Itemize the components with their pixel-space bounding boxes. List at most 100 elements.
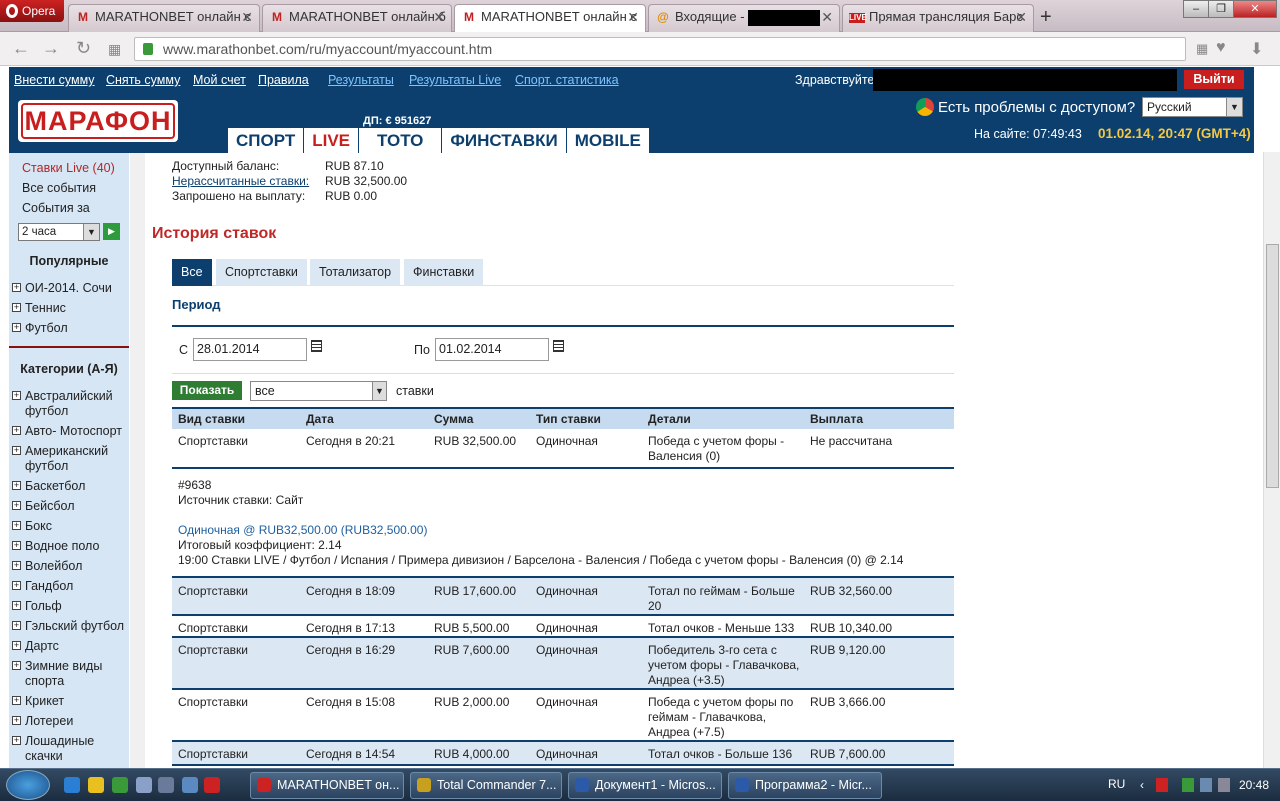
back-icon[interactable]: ←: [12, 38, 30, 59]
new-tab-button[interactable]: +: [1040, 6, 1052, 29]
sidebar-category[interactable]: + Водное поло: [12, 539, 127, 554]
tray-app-icon[interactable]: [1182, 778, 1194, 792]
sidebar-category[interactable]: + Гэльский футбол: [12, 619, 127, 634]
reload-icon[interactable]: ↻: [76, 38, 91, 59]
ie-icon[interactable]: [64, 777, 80, 793]
go-button[interactable]: ▶: [103, 223, 120, 240]
table-row[interactable]: Спортставки Сегодня в 20:21 RUB 32,500.0…: [172, 429, 954, 469]
browser-tab-4[interactable]: @ Входящие - ✕: [648, 4, 840, 32]
withdraw-link[interactable]: Снять сумму: [106, 73, 180, 87]
sidebar-live-bets[interactable]: Ставки Live (40): [22, 161, 115, 175]
to-date-input[interactable]: 01.02.2014: [435, 338, 549, 361]
from-date-input[interactable]: 28.01.2014: [193, 338, 307, 361]
sidebar-all-events[interactable]: Все события: [22, 181, 96, 195]
sidebar-category[interactable]: + Гандбол: [12, 579, 127, 594]
app-icon[interactable]: [136, 777, 152, 793]
app-icon[interactable]: [158, 777, 174, 793]
explorer-icon[interactable]: [88, 777, 104, 793]
minimize-button[interactable]: –: [1183, 0, 1209, 18]
app-icon[interactable]: [112, 777, 128, 793]
table-row[interactable]: Спортставки Сегодня в 15:08 RUB 2,000.00…: [172, 690, 954, 742]
sidebar-category[interactable]: + Австралийский футбол: [12, 389, 127, 419]
tab-sport-bets[interactable]: Спортставки: [216, 259, 307, 286]
close-tab-icon[interactable]: ✕: [821, 5, 833, 29]
calendar-icon[interactable]: [311, 340, 322, 352]
language-select[interactable]: Русский ▼: [1142, 97, 1243, 117]
browser-tab-5[interactable]: LIVE Прямая трансляция Барс ✕: [842, 4, 1034, 32]
network-icon[interactable]: [1200, 778, 1212, 792]
logout-button[interactable]: Выйти: [1184, 70, 1244, 89]
volume-icon[interactable]: [1218, 778, 1230, 792]
close-window-button[interactable]: ✕: [1233, 0, 1277, 18]
download-icon[interactable]: ⬇: [1250, 39, 1263, 59]
maximize-button[interactable]: ❐: [1208, 0, 1234, 18]
tab-totalizator[interactable]: Тотализатор: [310, 259, 401, 286]
input-language[interactable]: RU: [1108, 777, 1125, 791]
url-field[interactable]: www.marathonbet.com/ru/myaccount/myaccou…: [134, 37, 1186, 61]
sidebar-category[interactable]: + Зимние виды спорта: [12, 659, 127, 689]
taskbar-opera[interactable]: MARATHONBET он...: [250, 772, 404, 799]
sidebar-category[interactable]: + Лошадиные скачки: [12, 734, 127, 764]
speed-dial-icon[interactable]: ▦: [108, 41, 121, 58]
antivirus-icon[interactable]: [1156, 778, 1168, 792]
sidebar-category[interactable]: + Бейсбол: [12, 499, 127, 514]
heart-icon[interactable]: ♥: [1216, 39, 1226, 57]
results-link[interactable]: Результаты: [328, 73, 394, 87]
taskbar-total-commander[interactable]: Total Commander 7...: [410, 772, 562, 799]
sidebar-item-tennis[interactable]: + Теннис: [12, 301, 127, 316]
deposit-link[interactable]: Внести сумму: [14, 73, 95, 87]
sidebar-category[interactable]: + Дартс: [12, 639, 127, 654]
sidebar-category[interactable]: + Американский футбол: [12, 444, 127, 474]
forward-icon[interactable]: →: [42, 38, 60, 59]
tab-finstavki[interactable]: Финставки: [404, 259, 484, 286]
site-logo[interactable]: МАРАФОН: [18, 100, 178, 142]
browser-tab-2[interactable]: M MARATHONBET онлайн б ✕: [262, 4, 452, 32]
period-select[interactable]: 2 часа ▼: [18, 223, 100, 241]
results-live-link[interactable]: Результаты Live: [409, 73, 501, 87]
rules-link[interactable]: Правила: [258, 73, 309, 87]
sidebar-category[interactable]: + Гольф: [12, 599, 127, 614]
show-button[interactable]: Показать: [172, 381, 242, 400]
sidebar-category[interactable]: + Крикет: [12, 694, 127, 709]
sidebar-category[interactable]: + Бокс: [12, 519, 127, 534]
tray-arrow-icon[interactable]: ‹: [1140, 778, 1152, 792]
scrollbar-thumb[interactable]: [1266, 244, 1279, 488]
nav-toto[interactable]: ТОТО: [359, 128, 442, 153]
opera-icon[interactable]: [204, 777, 220, 793]
bet-single-link[interactable]: Одиночная @ RUB32,500.00 (RUB32,500.00): [178, 523, 427, 538]
taskbar-word-2[interactable]: Программа2 - Micr...: [728, 772, 882, 799]
table-row[interactable]: Спортставки Сегодня в 18:09 RUB 17,600.0…: [172, 578, 954, 616]
table-row[interactable]: Спортставки Сегодня в 16:29 RUB 7,600.00…: [172, 638, 954, 690]
access-problems-link[interactable]: Есть проблемы с доступом?: [916, 98, 1135, 116]
browser-tab-3-active[interactable]: M MARATHONBET онлайн с ✕: [454, 4, 646, 33]
close-tab-icon[interactable]: ✕: [1015, 5, 1027, 29]
app-icon[interactable]: [182, 777, 198, 793]
sport-stats-link[interactable]: Спорт. статистика: [515, 73, 619, 87]
sidebar-category[interactable]: + Лотереи: [12, 714, 127, 729]
start-button[interactable]: [6, 770, 50, 800]
sidebar-category[interactable]: + Авто- Мотоспорт: [12, 424, 127, 439]
opera-menu-button[interactable]: Opera: [0, 0, 64, 22]
browser-tab-1[interactable]: M MARATHONBET онлайн с ✕: [68, 4, 260, 32]
close-tab-icon[interactable]: ✕: [627, 5, 639, 29]
my-account-link[interactable]: Мой счет: [193, 73, 246, 87]
table-row[interactable]: Спортставки Сегодня в 14:54 RUB 4,000.00…: [172, 742, 954, 766]
unsettled-bets-link[interactable]: Нерассчитанные ставки:: [172, 174, 309, 188]
system-clock[interactable]: 20:48: [1239, 778, 1269, 792]
sidebar-category[interactable]: + Баскетбол: [12, 479, 127, 494]
close-tab-icon[interactable]: ✕: [241, 5, 253, 29]
close-tab-icon[interactable]: ✕: [433, 5, 445, 29]
table-row[interactable]: Спортставки Сегодня в 17:13 RUB 5,500.00…: [172, 616, 954, 638]
nav-live[interactable]: LIVE: [304, 128, 359, 153]
grid-icon[interactable]: ▦: [1196, 41, 1208, 57]
bets-filter-select[interactable]: все ▼: [250, 381, 387, 401]
nav-mobile[interactable]: MOBILE: [566, 128, 649, 153]
taskbar-word-1[interactable]: Документ1 - Micros...: [568, 772, 722, 799]
sidebar-category[interactable]: + Волейбол: [12, 559, 127, 574]
page-scrollbar[interactable]: [1263, 152, 1280, 768]
nav-finstavki[interactable]: ФИНСТАВКИ: [442, 128, 566, 153]
sidebar-item-football[interactable]: + Футбол: [12, 321, 127, 336]
nav-sport[interactable]: СПОРТ: [228, 128, 304, 153]
calendar-icon[interactable]: [553, 340, 564, 352]
sidebar-item-olympics[interactable]: + ОИ-2014. Сочи: [12, 281, 127, 296]
